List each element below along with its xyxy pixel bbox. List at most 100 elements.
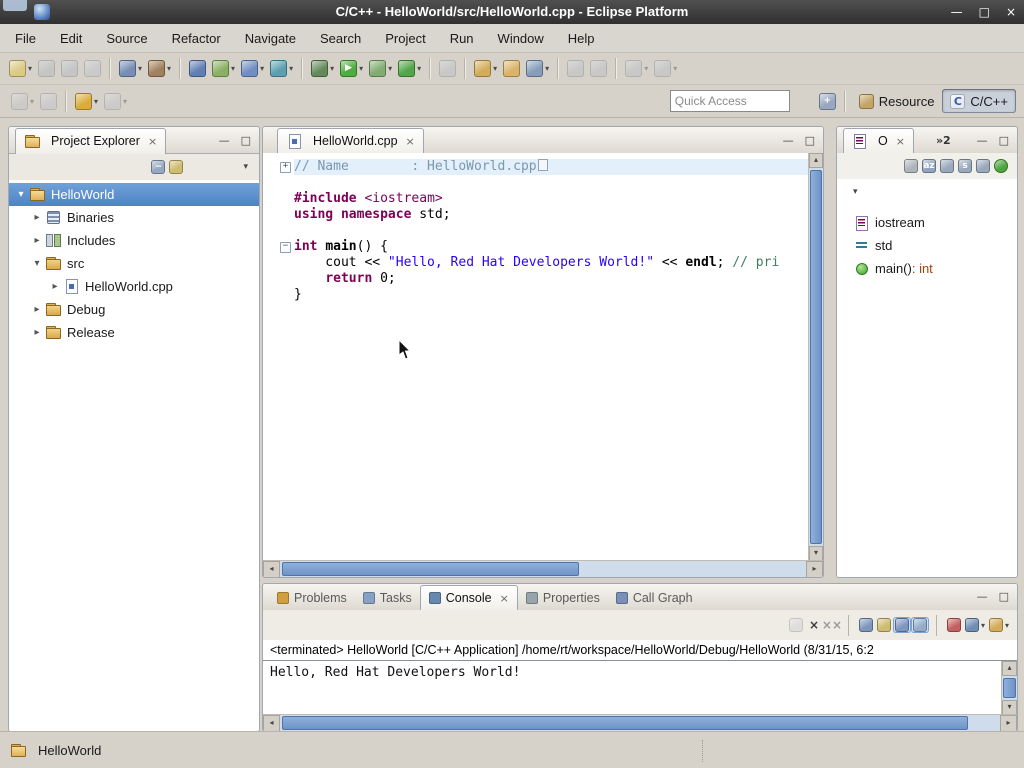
editor-vertical-scrollbar[interactable]: ▴ ▾ [808,153,823,561]
minimize-view-button[interactable]: — [783,134,794,147]
editor-horizontal-scrollbar[interactable]: ◂ ▸ [263,560,823,577]
expand-arrow-icon[interactable]: ▸ [29,327,45,338]
tab-tasks[interactable]: Tasks [355,585,420,610]
scroll-right-icon[interactable]: ▸ [1000,715,1017,732]
perspective-resource[interactable]: Resource [851,89,943,113]
save-icon[interactable] [35,58,58,79]
window-close-button[interactable]: × [1006,0,1016,24]
external-tools-icon[interactable]: ▾ [395,58,424,79]
tab-properties[interactable]: Properties [518,585,608,610]
show-stdout-icon[interactable] [893,617,911,633]
minimize-view-button[interactable]: — [219,134,230,147]
open-perspective-icon[interactable]: + [816,91,839,112]
outline-item-iostream[interactable]: iostream [837,211,1017,234]
remove-launch-icon[interactable]: × [805,617,823,633]
menu-refactor[interactable]: Refactor [167,28,226,49]
expand-arrow-icon[interactable]: ▸ [29,235,45,246]
tree-item-binaries[interactable]: ▸ Binaries [9,206,259,229]
scrollbar-thumb[interactable] [282,562,579,576]
scroll-up-icon[interactable]: ▴ [1002,661,1017,676]
open-resource-icon[interactable] [500,58,523,79]
save-all-icon[interactable] [58,58,81,79]
fold-marker-icon[interactable] [277,271,294,287]
tab-call-graph[interactable]: Call Graph [608,585,701,610]
fold-marker-icon[interactable] [277,207,294,223]
menu-navigate[interactable]: Navigate [240,28,301,49]
fold-marker-icon[interactable] [277,255,294,271]
scroll-right-icon[interactable]: ▸ [806,561,823,578]
fold-marker-icon[interactable] [277,223,294,239]
fold-marker-icon[interactable] [277,175,294,191]
expand-arrow-icon[interactable]: ▾ [13,189,29,200]
tab-outline[interactable]: O × [843,128,914,154]
tree-item-src[interactable]: ▾ src [9,252,259,275]
scroll-up-icon[interactable]: ▴ [809,153,823,168]
outline-item-main[interactable]: main() : int [837,257,1017,280]
new-source-file-icon[interactable]: ▾ [238,58,267,79]
menu-window[interactable]: Window [493,28,549,49]
maximize-view-button[interactable]: □ [241,134,251,147]
tab-console[interactable]: Console × [420,585,518,611]
pin-editor-icon[interactable]: ▾ [8,91,37,112]
scroll-left-icon[interactable]: ◂ [263,561,280,578]
minimize-view-button[interactable]: — [977,134,988,147]
fold-marker-icon[interactable]: + [277,159,294,175]
back-history-icon[interactable]: ▾ [622,58,651,79]
tree-item-debug[interactable]: ▸ Debug [9,298,259,321]
new-cpp-class-icon[interactable]: ▾ [209,58,238,79]
scroll-lock-icon[interactable] [875,617,893,633]
terminate-icon[interactable] [787,617,805,633]
fold-marker-icon[interactable]: − [277,239,294,255]
tab-problems[interactable]: Problems [269,585,355,610]
sort-icon[interactable]: az [920,158,938,174]
back-icon[interactable]: ▾ [72,91,101,112]
open-type-icon[interactable]: ▾ [471,58,500,79]
open-element-icon[interactable]: ▾ [267,58,296,79]
maximize-view-button[interactable]: □ [999,134,1009,147]
show-stderr-icon[interactable] [911,617,929,633]
fold-marker-icon[interactable] [277,287,294,303]
mark-occurrences-icon[interactable] [436,58,459,79]
tab-project-explorer[interactable]: Project Explorer × [15,128,166,154]
forward-icon[interactable]: ▾ [101,91,130,112]
expand-arrow-icon[interactable]: ▸ [29,304,45,315]
display-console-icon[interactable]: ▾ [963,617,987,633]
scroll-down-icon[interactable]: ▾ [1002,700,1017,715]
menu-search[interactable]: Search [315,28,366,49]
menu-source[interactable]: Source [101,28,152,49]
pin-console-icon[interactable] [945,617,963,633]
link-editor-icon[interactable] [167,159,185,175]
new-binary-icon[interactable] [186,58,209,79]
tree-item-includes[interactable]: ▸ Includes [9,229,259,252]
window-minimize-button[interactable]: — [951,0,963,24]
minimize-view-button[interactable]: — [977,590,988,603]
tree-item-helloworld-cpp[interactable]: ▸ HelloWorld.cpp [9,275,259,298]
scrollbar-thumb[interactable] [810,170,822,544]
filter-icon[interactable] [992,158,1010,174]
maximize-view-button[interactable]: □ [805,134,815,147]
menu-help[interactable]: Help [563,28,600,49]
search-icon[interactable]: ▾ [523,58,552,79]
menu-edit[interactable]: Edit [55,28,87,49]
close-icon[interactable]: × [896,135,905,148]
run-history-icon[interactable]: ▾ [366,58,395,79]
hide-fields-icon[interactable] [938,158,956,174]
open-console-icon[interactable]: ▾ [987,617,1011,633]
scrollbar-thumb[interactable] [282,716,968,730]
run-icon[interactable]: ▶▾ [337,58,366,79]
expand-arrow-icon[interactable]: ▾ [29,258,45,269]
hide-nonpublic-icon[interactable] [974,158,992,174]
maximize-view-button[interactable]: □ [999,590,1009,603]
scroll-down-icon[interactable]: ▾ [809,546,823,561]
view-stack-overflow[interactable]: »2 [936,134,951,147]
perspective-cpp[interactable]: CC/C++ [942,89,1016,113]
expand-arrow-icon[interactable]: ▸ [29,212,45,223]
close-icon[interactable]: × [500,592,509,605]
window-maximize-button[interactable]: □ [979,0,990,24]
remove-all-launches-icon[interactable]: ×× [823,617,841,633]
close-icon[interactable]: × [148,135,157,148]
clear-console-icon[interactable] [857,617,875,633]
console-output[interactable]: Hello, Red Hat Developers World! [263,661,1002,715]
collapse-all-icon[interactable] [902,158,920,174]
outline-item-std[interactable]: std [837,234,1017,257]
